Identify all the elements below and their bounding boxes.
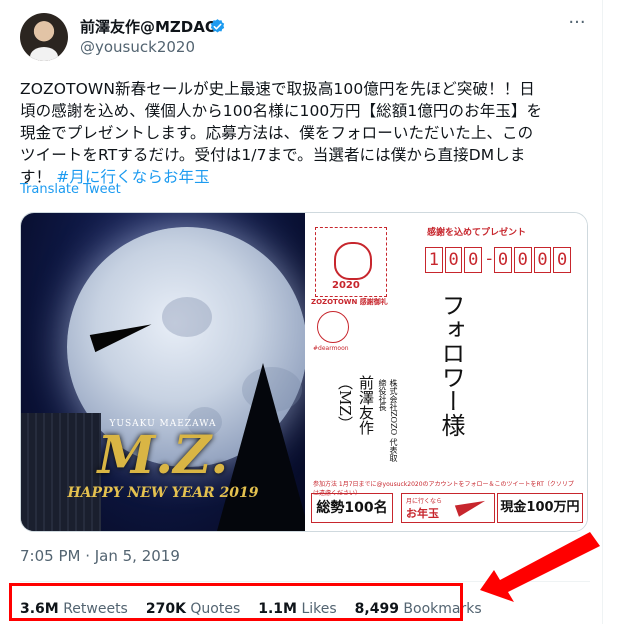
avatar[interactable] [20,13,68,61]
tweet-timestamp[interactable]: 7:05 PM · Jan 5, 2019 [20,547,180,565]
stamp-label: ZOZOTOWN 感謝御礼 [311,298,388,306]
prize-total: 総勢100名 [311,493,393,523]
card-header: 感謝を込めてプレゼント [427,228,527,238]
tweet-image[interactable]: YUSAKU MAEZAWA M.Z. HAPPY NEW YEAR 2019 … [20,212,588,532]
new-year-postcard: 2020 ZOZOTOWN 感謝御礼 #dearmoon 感謝を込めてプレゼント… [305,213,587,531]
postal-dash: - [484,249,495,269]
author-name[interactable]: 前澤友作@MZDAO [80,16,218,37]
postal-code: 1 0 0 - 0 0 0 0 [425,247,572,273]
red-arrow-icon [480,532,600,602]
prize-mid-small: 月に行くなら [406,498,443,505]
moon-illustration: YUSAKU MAEZAWA M.Z. HAPPY NEW YEAR 2019 [21,213,305,531]
postal-digit: 0 [553,247,572,273]
translate-tweet-link[interactable]: Translate Tweet [20,182,121,197]
sender-text: 前澤友作（MZ） [336,375,375,435]
recipient-text: フォロワー様 [437,293,465,437]
prize-amount: 現金100万円 [497,493,583,523]
tweet-text-line: 頃の感謝を込め、僕個人から100名様に100万円【総額1億円のお年玉】を [20,102,543,120]
postal-digit: 0 [464,247,483,273]
more-options-icon[interactable]: ··· [565,14,589,38]
postage-stamp: 2020 [315,227,387,297]
stamp-year: 2020 [332,280,360,291]
verified-badge-icon [210,19,225,33]
cat-icon [334,242,372,280]
tweet-text-line: ZOZOTOWN新春セールが史上最速で取扱高100億円を先ほど突破！！日 [20,80,535,98]
company-text: 株式会社ZOZO 代表取締役社長 [378,379,398,462]
postal-digit: 0 [444,247,463,273]
rocket-icon [454,495,488,517]
tweet-text-line: 現金でプレゼントします。応募方法は、僕をフォローいただいた上、この [20,124,534,142]
new-year-greeting: HAPPY NEW YEAR 2019 [67,485,259,501]
postal-digit: 0 [533,247,552,273]
timeline-border [602,0,603,624]
postal-digit: 0 [494,247,512,273]
highlight-box [9,583,463,621]
tweet-text-line: ツイートをRTするだけ。受付は1/7まで。当選者には僕から直接DMしま [20,146,526,164]
postmark-icon [317,311,349,343]
postmark-label: #dearmoon [313,345,349,352]
postal-digit: 1 [425,247,443,273]
prize-mid-big: お年玉 [406,507,439,520]
mz-logo: M.Z. [97,425,229,486]
author-handle[interactable]: @yousuck2020 [80,38,195,56]
prize-otoshidama: 月に行くなら お年玉 [401,493,495,523]
postal-digit: 0 [513,247,532,273]
tweet-text: ZOZOTOWN新春セールが史上最速で取扱高100億円を先ほど突破！！日 頃の感… [20,78,590,188]
moon-crater [162,297,212,337]
